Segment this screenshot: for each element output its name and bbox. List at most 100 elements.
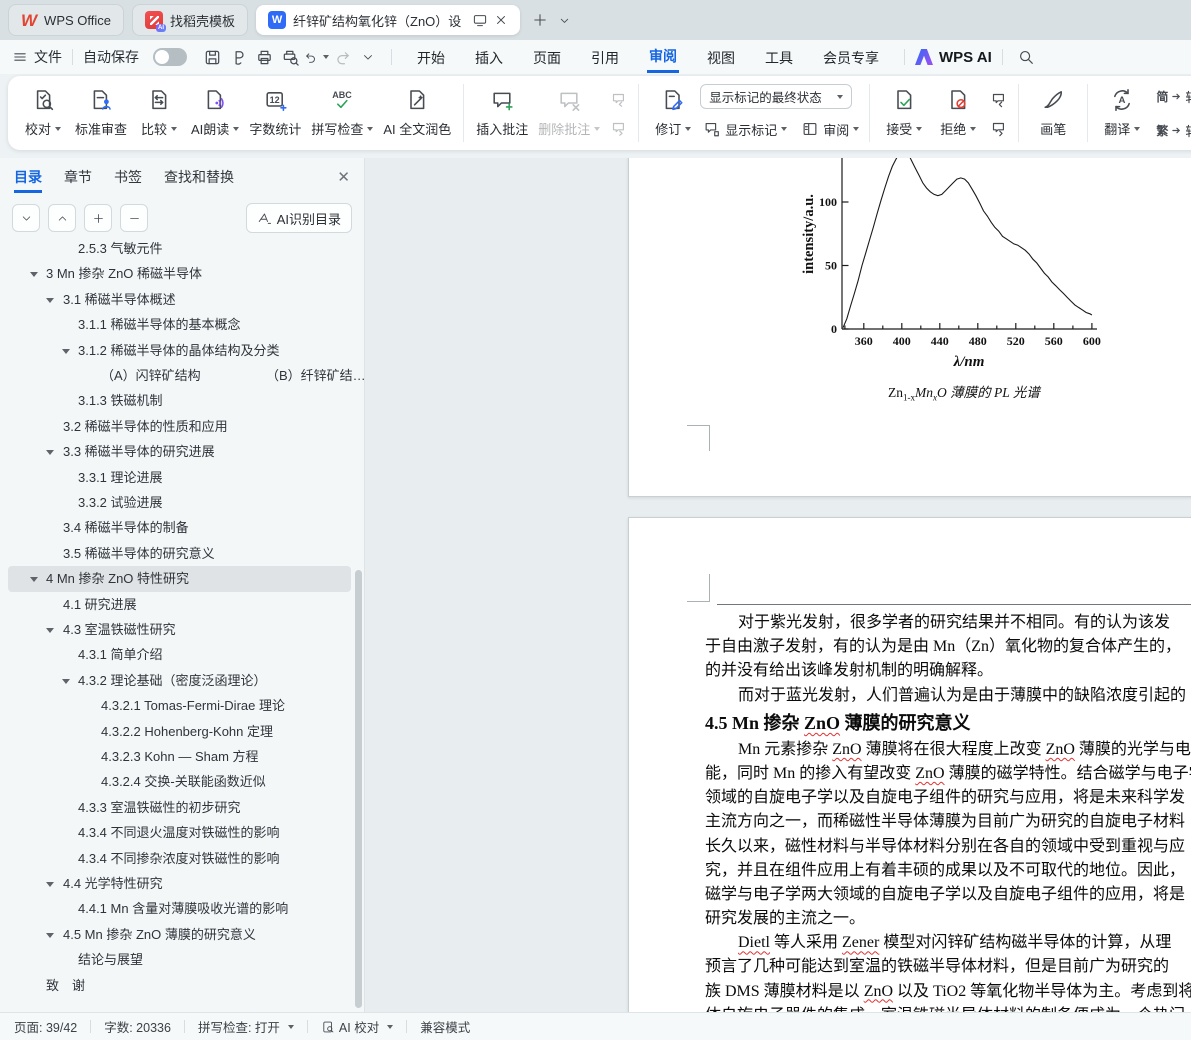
show-markup-button[interactable]: 显示标记 — [700, 116, 790, 142]
menu-home[interactable]: 开始 — [415, 43, 447, 72]
toc-item[interactable]: 4.3.4 不同掺杂浓度对铁磁性的影响 — [8, 846, 351, 872]
file-menu[interactable]: 文件 — [12, 47, 62, 67]
tab-document[interactable]: W 纤锌矿结构氧化锌（ZnO）设 — [256, 5, 521, 35]
ai-proofread-status[interactable]: AI 校对 — [321, 1017, 394, 1036]
expand-arrow-icon[interactable] — [46, 932, 54, 938]
toc-item[interactable]: 3 Mn 掺杂 ZnO 稀磁半导体 — [8, 261, 351, 287]
expand-arrow-icon[interactable] — [46, 628, 54, 633]
proofread-button[interactable]: 校对 — [16, 80, 70, 146]
outline-collapse-button[interactable] — [48, 204, 76, 232]
sidebar-tab-bookmarks[interactable]: 书签 — [114, 167, 142, 187]
menu-reference[interactable]: 引用 — [589, 43, 621, 72]
outline-promote-button[interactable] — [84, 204, 112, 232]
markup-state-select[interactable]: 显示标记的最终状态 — [700, 84, 853, 109]
toc-item[interactable]: 4.3.4 不同退火温度对铁磁性的影响 — [8, 820, 351, 846]
toc-item[interactable]: 3.1.1 稀磁半导体的基本概念 — [8, 312, 351, 338]
toc-item[interactable]: 3.3.2 试验进展 — [8, 490, 351, 516]
word-count-button[interactable]: 12 字数统计 — [244, 80, 306, 146]
expand-arrow-icon[interactable] — [30, 272, 38, 278]
toc-item-label[interactable]: （B）纤锌矿结… — [266, 363, 364, 389]
text-line[interactable]: 族 DMS 薄膜材料是以 ZnO 以及 TiO2 等氧化物半导体为主。考虑到将 — [705, 980, 1191, 1004]
sidebar-scrollbar[interactable] — [355, 570, 362, 1008]
toc-item[interactable]: 4.4.1 Mn 含量对薄膜吸收光谱的影响 — [8, 896, 351, 922]
sidebar-tab-contents[interactable]: 目录 — [14, 161, 42, 193]
expand-arrow-icon[interactable] — [30, 577, 38, 583]
accept-change-button[interactable]: 接受 — [877, 80, 931, 146]
text-line[interactable]: 领域的自旋电子学以及自旋电子组件的研究与应用，将是未来科学发 — [705, 786, 1191, 810]
text-line[interactable]: Mn 元素掺杂 ZnO 薄膜将在很大程度上改变 ZnO 薄膜的光学与电 — [705, 738, 1191, 762]
tab-docer-templates[interactable]: AI 找稻壳模板 — [132, 4, 249, 36]
text-line[interactable]: 能，同时 Mn 的掺入有望改变 ZnO 薄膜的磁学特性。结合磁学与电子学 — [705, 762, 1191, 786]
outline-demote-button[interactable] — [120, 204, 148, 232]
menu-tools[interactable]: 工具 — [763, 43, 795, 72]
export-pdf-button[interactable] — [225, 44, 251, 70]
text-line[interactable]: 主流方向之一，而稀磁性半导体薄膜为目前广为研究的自旋电子材料 — [705, 810, 1191, 834]
toc-item[interactable]: 4.5 Mn 掺杂 ZnO 薄膜的研究意义 — [8, 922, 351, 948]
quickbar-dropdown[interactable] — [355, 44, 381, 70]
toc-item[interactable]: 3.4 稀磁半导体的制备 — [8, 515, 351, 541]
text-line[interactable]: 研究发展的主流之一。 — [705, 907, 1191, 931]
text-line[interactable]: 的并没有给出该峰发射机制的明确解释。 — [705, 659, 1191, 683]
previous-change-button[interactable] — [985, 87, 1011, 111]
toc-item[interactable]: 3.1 稀磁半导体概述 — [8, 287, 351, 313]
toc-item[interactable]: 2.5.3 气敏元件 — [8, 240, 351, 262]
standard-review-button[interactable]: 标准审查 — [70, 80, 132, 146]
tab-list-dropdown[interactable] — [552, 8, 576, 32]
simplified-to-traditional-button[interactable]: 简 转繁 — [1153, 83, 1191, 109]
text-line[interactable]: 于自由激子发射，有的认为是由 Mn（Zn）氧化物的复合体产生的， — [705, 635, 1191, 659]
traditional-to-simplified-button[interactable]: 繁 转简 — [1153, 117, 1191, 143]
menu-view[interactable]: 视图 — [705, 43, 737, 72]
save-button[interactable] — [199, 44, 225, 70]
section-heading[interactable]: 4.5 Mn 掺杂 ZnO 薄膜的研究意义 — [705, 708, 1191, 738]
toc-item[interactable]: 4.3.2.1 Tomas-Fermi-Dirae 理论 — [8, 693, 351, 719]
toc-item[interactable]: 3.5 稀磁半导体的研究意义 — [8, 541, 351, 567]
ai-read-aloud-button[interactable]: AI朗读 — [186, 80, 244, 146]
document-page-40[interactable]: 对于紫光发射，很多学者的研究结果并不相同。有的认为该发 于自由激子发射，有的认为是… — [628, 517, 1191, 1012]
text-line[interactable]: Dietl 等人采用 Zener 模型对闪锌矿结构磁半导体的计算，从理 — [705, 931, 1191, 955]
toc-item[interactable]: 4.3 室温铁磁性研究 — [8, 617, 351, 643]
toc-item[interactable]: 4.3.2 理论基础（密度泛函理论） — [8, 668, 351, 694]
expand-arrow-icon[interactable] — [46, 882, 54, 887]
expand-arrow-icon[interactable] — [62, 678, 70, 684]
insert-comment-button[interactable]: 插入批注 — [471, 80, 533, 146]
document-page-39-top[interactable]: 0 50 100 360 400 440 480 520 560 600 intensity/a.u… — [628, 158, 1191, 497]
outline-expand-button[interactable] — [12, 204, 40, 232]
sidebar-tab-sections[interactable]: 章节 — [64, 167, 92, 187]
toc-item[interactable]: 3.1.3 铁磁机制 — [8, 388, 351, 414]
tab-wps-office[interactable]: W WPS Office — [8, 4, 124, 36]
text-line[interactable]: 究，并且在组件应用上有着丰硕的成果以及不可取代的地位。因此， — [705, 859, 1191, 883]
menu-review[interactable]: 审阅 — [647, 41, 679, 73]
toc-item[interactable]: 3.1.2 稀磁半导体的晶体结构及分类 — [8, 338, 351, 364]
spell-check-button[interactable]: ABC 拼写检查 — [306, 80, 378, 146]
toc-item[interactable]: 4 Mn 掺杂 ZnO 特性研究 — [8, 566, 351, 593]
new-tab-button[interactable] — [528, 8, 552, 32]
word-count-indicator[interactable]: 字数: 20336 — [104, 1017, 171, 1036]
translate-button[interactable]: A 翻译 — [1095, 80, 1149, 146]
ai-recognize-toc-button[interactable]: AI识别目录 — [245, 203, 352, 233]
review-pane-button[interactable]: 审阅 — [798, 116, 862, 142]
toc-item[interactable]: 4.3.2.4 交换-关联能函数近似 — [8, 769, 351, 795]
screen-share-icon[interactable] — [472, 12, 488, 28]
menu-page[interactable]: 页面 — [531, 43, 563, 72]
spellcheck-status[interactable]: 拼写检查: 打开 — [198, 1017, 294, 1036]
expand-arrow-icon[interactable] — [46, 450, 54, 456]
track-changes-button[interactable]: 修订 — [646, 80, 700, 146]
toc-item[interactable]: 4.3.2.2 Hohenberg-Kohn 定理 — [8, 719, 351, 745]
toc-item[interactable]: 结论与展望 — [8, 947, 351, 973]
toc-item[interactable]: 3.2 稀磁半导体的性质和应用 — [8, 414, 351, 440]
text-line[interactable]: 磁学与电子学两大领域的自旋电子学以及自旋电子组件的应用，将是 — [705, 883, 1191, 907]
document-text[interactable]: 对于紫光发射，很多学者的研究结果并不相同。有的认为该发 于自由激子发射，有的认为是… — [705, 611, 1191, 1012]
compare-button[interactable]: 比较 — [132, 80, 186, 146]
menu-membership[interactable]: 会员专享 — [821, 43, 881, 72]
toc-item[interactable]: 致 谢 — [8, 973, 351, 999]
text-line[interactable]: 长久以来，磁性材料与半导体材料分别在各自的领域中受到重视与应 — [705, 835, 1191, 859]
search-button[interactable] — [1013, 44, 1039, 70]
text-line[interactable]: 预言了几种可能达到室温的铁磁半导体材料，但是目前广为研究的 — [705, 955, 1191, 979]
expand-arrow-icon[interactable] — [62, 348, 70, 354]
print-button[interactable] — [251, 44, 277, 70]
toc-item[interactable]: 4.3.3 室温铁磁性的初步研究 — [8, 795, 351, 821]
print-preview-button[interactable] — [277, 44, 303, 70]
reject-change-button[interactable]: 拒绝 — [931, 80, 985, 146]
toc-item[interactable]: 4.3.2.3 Kohn — Sham 方程 — [8, 744, 351, 770]
undo-button[interactable] — [303, 44, 329, 70]
